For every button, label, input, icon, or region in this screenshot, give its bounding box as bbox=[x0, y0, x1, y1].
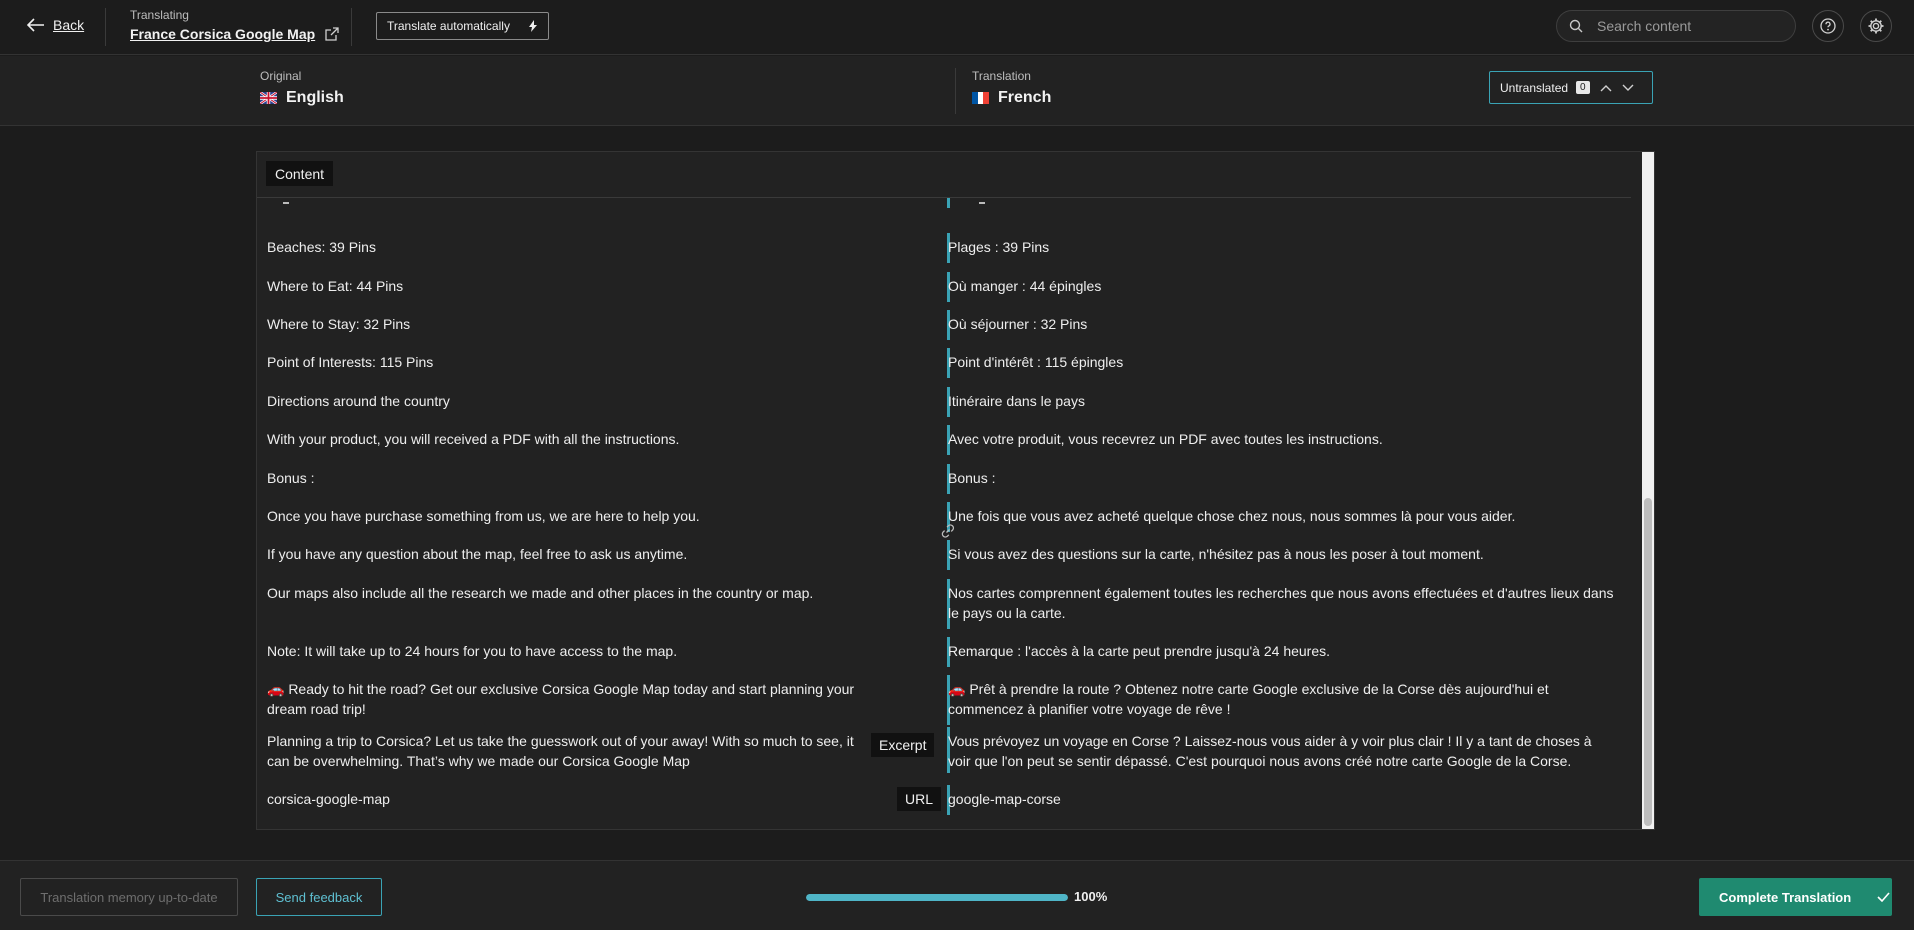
translate-automatically-button[interactable]: Translate automatically bbox=[376, 12, 549, 40]
footer: Translation memory up-to-date Send feedb… bbox=[0, 860, 1914, 930]
scrollbar[interactable] bbox=[1642, 152, 1654, 829]
source-text: Once you have purchase something from us… bbox=[267, 508, 700, 524]
translation-text[interactable]: Où manger : 44 épingles bbox=[948, 276, 1616, 296]
translation-text[interactable]: Une fois que vous avez acheté quelque ch… bbox=[948, 506, 1616, 526]
context-label: Translating bbox=[130, 8, 189, 22]
source-text: Point of Interests: 115 Pins bbox=[267, 354, 434, 370]
source-text: Beaches: 39 Pins bbox=[267, 239, 376, 255]
progress-bar-fill bbox=[806, 894, 1068, 901]
language-header: Original English Translation French Untr… bbox=[0, 56, 1914, 126]
untranslated-label: Untranslated bbox=[1500, 80, 1569, 95]
excerpt-translation[interactable]: Vous prévoyez un voyage en Corse ? Laiss… bbox=[948, 731, 1616, 771]
scrollbar-thumb[interactable] bbox=[1644, 498, 1652, 826]
divider bbox=[955, 68, 956, 114]
url-source: corsica-google-map bbox=[267, 791, 390, 807]
help-button[interactable] bbox=[1812, 10, 1844, 42]
link-icon[interactable] bbox=[939, 522, 957, 540]
gear-icon bbox=[1868, 18, 1884, 34]
excerpt-tag: Excerpt bbox=[871, 733, 935, 757]
source-text: Bonus : bbox=[267, 470, 315, 486]
translation-text[interactable]: Nos cartes comprennent également toutes … bbox=[948, 583, 1616, 623]
lightning-icon bbox=[528, 20, 537, 32]
original-language-name: English bbox=[286, 89, 344, 106]
original-language: Original English bbox=[260, 69, 344, 107]
untranslated-count-badge: 0 bbox=[1576, 81, 1590, 94]
excerpt-source: Planning a trip to Corsica? Let us take … bbox=[267, 733, 854, 769]
back-button[interactable]: Back bbox=[27, 17, 84, 33]
translation-language-name: French bbox=[998, 89, 1052, 106]
external-link-icon[interactable] bbox=[325, 27, 339, 41]
clipped-text-fragment bbox=[283, 202, 289, 204]
content-panel: Content Beaches: 39 Pins Plages : 39 Pins… bbox=[256, 151, 1655, 830]
untranslated-filter[interactable]: Untranslated 0 bbox=[1489, 71, 1653, 104]
tab-content[interactable]: Content bbox=[266, 161, 334, 186]
progress-percentage: 100% bbox=[1074, 889, 1108, 904]
complete-translation-button[interactable]: Complete Translation bbox=[1699, 878, 1892, 916]
chevron-down-icon bbox=[1622, 84, 1634, 91]
original-label: Original bbox=[260, 69, 302, 83]
translation-text[interactable]: Remarque : l'accès à la carte peut prend… bbox=[948, 641, 1616, 661]
translation-text[interactable]: Itinéraire dans le pays bbox=[948, 391, 1616, 411]
translation-text[interactable]: Plages : 39 Pins bbox=[948, 237, 1616, 257]
translation-text[interactable]: Bonus : bbox=[948, 468, 1616, 488]
document-title-link[interactable]: France Corsica Google Map bbox=[130, 26, 315, 42]
breadcrumb: Translating France Corsica Google Map bbox=[130, 8, 339, 42]
arrow-left-icon bbox=[27, 18, 44, 32]
translation-text[interactable]: 🚗 Prêt à prendre la route ? Obtenez notr… bbox=[948, 679, 1616, 719]
source-text: Note: It will take up to 24 hours for yo… bbox=[267, 643, 678, 659]
next-untranslated-button[interactable] bbox=[1622, 84, 1634, 92]
complete-translation-label: Complete Translation bbox=[1719, 889, 1852, 905]
france-flag-icon bbox=[972, 92, 989, 104]
search-input[interactable] bbox=[1597, 18, 1777, 34]
source-text: Where to Eat: 44 Pins bbox=[267, 278, 404, 294]
clipped-text-fragment bbox=[979, 202, 985, 204]
source-text: Our maps also include all the research w… bbox=[267, 585, 814, 601]
translation-marker bbox=[947, 198, 950, 208]
source-text: Where to Stay: 32 Pins bbox=[267, 316, 411, 332]
translate-automatically-label: Translate automatically bbox=[387, 19, 510, 33]
source-text: Directions around the country bbox=[267, 393, 450, 409]
divider bbox=[351, 8, 352, 46]
url-translation[interactable]: google-map-corse bbox=[948, 789, 1616, 809]
search-icon bbox=[1569, 19, 1583, 33]
progress-bar bbox=[806, 894, 1068, 901]
settings-button[interactable] bbox=[1860, 10, 1892, 42]
source-text: With your product, you will received a P… bbox=[267, 431, 680, 447]
check-icon bbox=[1877, 892, 1890, 902]
source-text: 🚗 Ready to hit the road? Get our exclusi… bbox=[267, 681, 855, 717]
translation-text[interactable]: Si vous avez des questions sur la carte,… bbox=[948, 544, 1616, 564]
help-icon bbox=[1820, 18, 1836, 34]
url-tag: URL bbox=[897, 787, 942, 811]
divider bbox=[105, 8, 106, 46]
translation-text[interactable]: Point d'intérêt : 115 épingles bbox=[948, 352, 1616, 372]
panel-header: Content bbox=[257, 152, 1631, 198]
chevron-up-icon bbox=[1600, 84, 1612, 91]
send-feedback-button[interactable]: Send feedback bbox=[256, 878, 382, 916]
translation-memory-button: Translation memory up-to-date bbox=[20, 878, 238, 916]
translation-text[interactable]: Avec votre produit, vous recevrez un PDF… bbox=[948, 429, 1616, 449]
translation-text[interactable]: Où séjourner : 32 Pins bbox=[948, 314, 1616, 334]
source-text: If you have any question about the map, … bbox=[267, 546, 688, 562]
previous-untranslated-button[interactable] bbox=[1600, 84, 1612, 92]
top-bar: Back Translating France Corsica Google M… bbox=[0, 0, 1914, 55]
back-label: Back bbox=[53, 17, 85, 33]
translation-label: Translation bbox=[972, 69, 1031, 83]
uk-flag-icon bbox=[260, 92, 277, 104]
translation-language: Translation French bbox=[972, 69, 1051, 107]
search-box[interactable] bbox=[1556, 10, 1796, 42]
